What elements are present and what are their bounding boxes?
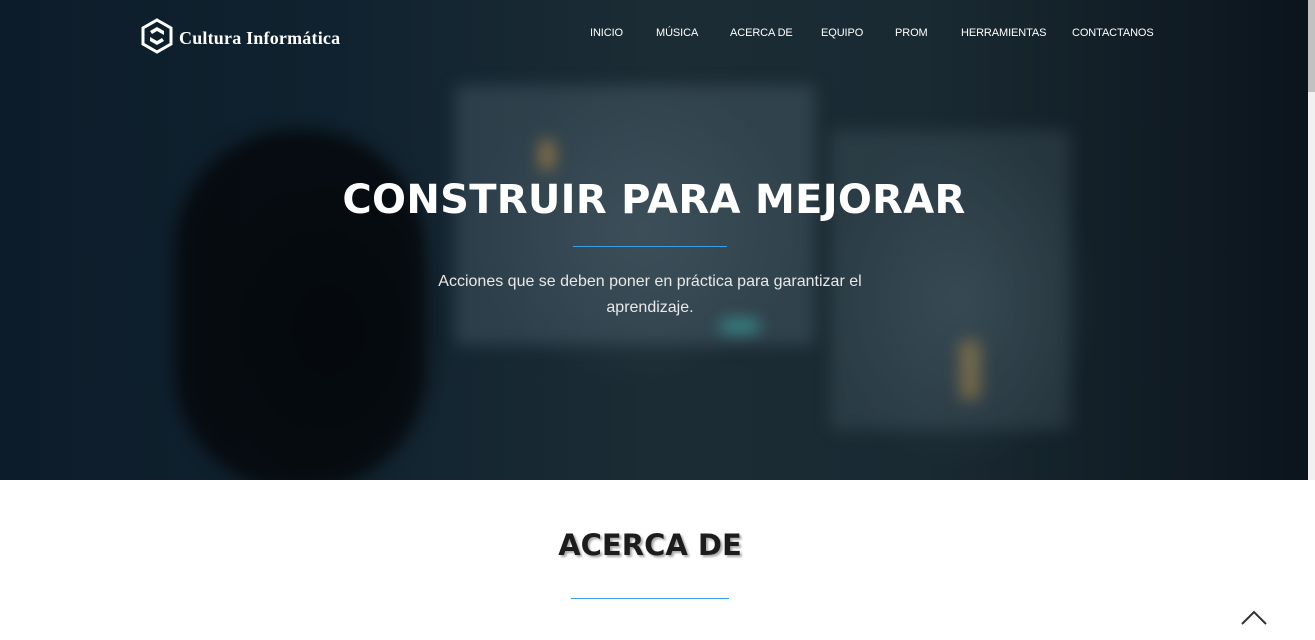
about-divider [571, 598, 729, 599]
hero-background-screen-highlight [960, 340, 980, 400]
hero-background-screen-highlight [540, 140, 554, 170]
brand-name: Cultura Informática [179, 28, 341, 48]
nav-item-acerca-de[interactable]: ACERCA DE [730, 27, 793, 39]
hero-background-screen-highlight [720, 320, 760, 332]
chevron-up-icon [1240, 610, 1268, 632]
hexagon-logo-icon [140, 18, 174, 59]
hero-section: Cultura Informática INICIO MÚSICA ACERCA… [0, 0, 1308, 480]
nav-item-equipo[interactable]: EQUIPO [821, 27, 863, 39]
scrollbar-thumb[interactable] [1308, 0, 1315, 92]
brand-logo[interactable]: Cultura Informática [140, 18, 340, 59]
hero-divider [573, 246, 727, 247]
nav-item-inicio[interactable]: INICIO [590, 27, 623, 39]
page-scrollbar[interactable] [1308, 0, 1315, 480]
nav-item-prom[interactable]: PROM [895, 27, 928, 39]
nav-item-herramientas[interactable]: HERRAMIENTAS [961, 27, 1046, 39]
hero-title: CONSTRUIR PARA MEJORAR [342, 177, 966, 223]
about-section-title: ACERCA DE [558, 528, 742, 562]
hero-subtitle: Acciones que se deben poner en práctica … [438, 273, 862, 316]
nav-item-contactanos[interactable]: CONTACTANOS [1072, 27, 1154, 39]
scroll-to-top-button[interactable] [1240, 606, 1268, 628]
nav-item-musica[interactable]: MÚSICA [656, 27, 698, 39]
